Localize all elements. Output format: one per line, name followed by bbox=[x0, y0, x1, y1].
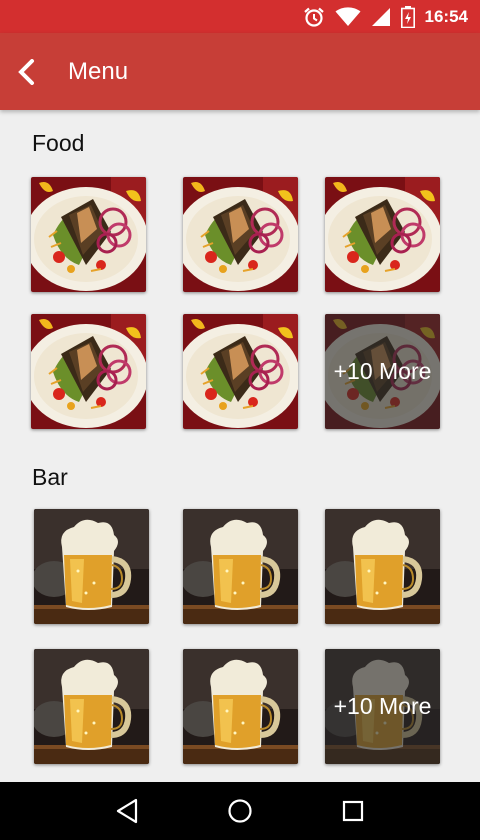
navigation-bar bbox=[0, 782, 480, 840]
beer-image bbox=[183, 509, 298, 624]
nav-recents-button[interactable] bbox=[333, 791, 373, 831]
food-image bbox=[325, 177, 440, 292]
beer-image bbox=[34, 649, 149, 764]
app-bar: Menu bbox=[0, 33, 480, 110]
more-label: +10 More bbox=[325, 649, 440, 764]
food-more-tile[interactable]: +10 More bbox=[325, 314, 440, 429]
section-title-bar: Bar bbox=[32, 464, 68, 490]
food-thumbnail[interactable] bbox=[183, 314, 298, 429]
nav-home-button[interactable] bbox=[220, 791, 260, 831]
back-button[interactable] bbox=[4, 49, 50, 95]
chevron-left-icon bbox=[18, 58, 34, 85]
status-bar: 16:54 bbox=[0, 0, 480, 33]
bar-thumbnail[interactable] bbox=[34, 649, 149, 764]
alarm-icon bbox=[303, 7, 324, 27]
food-image bbox=[31, 314, 146, 429]
bar-more-tile[interactable]: +10 More bbox=[325, 649, 440, 764]
nav-back-button[interactable] bbox=[107, 791, 147, 831]
wifi-icon bbox=[335, 6, 361, 26]
bar-thumbnail[interactable] bbox=[183, 649, 298, 764]
food-thumbnail[interactable] bbox=[325, 177, 440, 292]
beer-image bbox=[34, 509, 149, 624]
food-image bbox=[31, 177, 146, 292]
food-thumbnail[interactable] bbox=[183, 177, 298, 292]
food-image bbox=[183, 314, 298, 429]
section-title-food: Food bbox=[32, 130, 85, 156]
status-time: 16:54 bbox=[424, 6, 468, 26]
back-triangle-icon bbox=[116, 798, 137, 824]
food-thumbnail[interactable] bbox=[31, 177, 146, 292]
page-title: Menu bbox=[68, 57, 129, 85]
bar-thumbnail[interactable] bbox=[325, 509, 440, 624]
bar-thumbnail[interactable] bbox=[34, 509, 149, 624]
beer-image bbox=[325, 509, 440, 624]
food-thumbnail[interactable] bbox=[31, 314, 146, 429]
food-image bbox=[183, 177, 298, 292]
signal-icon bbox=[371, 7, 390, 26]
bar-thumbnail[interactable] bbox=[183, 509, 298, 624]
recents-square-icon bbox=[343, 800, 364, 822]
more-label: +10 More bbox=[325, 314, 440, 429]
menu-content: Food +10 More Bar +10 More bbox=[0, 110, 480, 782]
beer-image bbox=[183, 649, 298, 764]
home-circle-icon bbox=[228, 799, 252, 823]
battery-icon bbox=[400, 5, 415, 28]
